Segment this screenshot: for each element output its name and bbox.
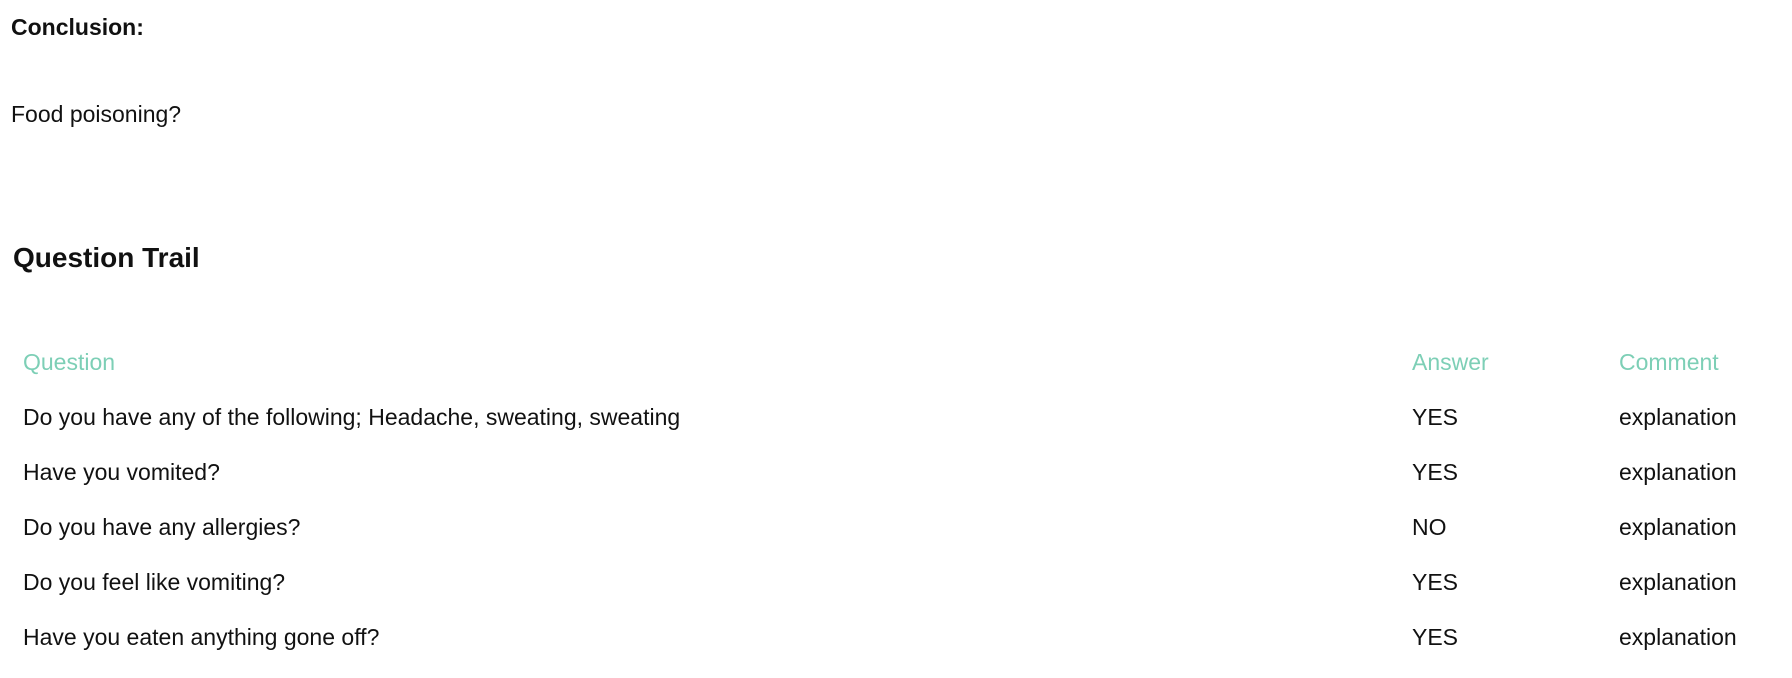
question-cell: Have you eaten anything gone off?: [23, 624, 380, 650]
question-cell: Have you vomited?: [23, 459, 220, 485]
table-row: Do you have any of the following; Headac…: [0, 390, 1792, 445]
question-cell: Do you have any allergies?: [23, 514, 301, 540]
question-trail-heading: Question Trail: [13, 242, 200, 273]
column-header-answer: Answer: [1412, 349, 1489, 375]
answer-cell: YES: [1412, 569, 1459, 595]
answer-cell: YES: [1412, 404, 1459, 430]
column-header-comment: Comment: [1619, 349, 1719, 375]
table-row: Have you eaten anything gone off? YES ex…: [0, 610, 1792, 665]
answer-cell: YES: [1412, 459, 1459, 485]
table-row: Do you have any allergies? NO explanatio…: [0, 500, 1792, 555]
table-row: Do you feel like vomiting? YES explanati…: [0, 555, 1792, 610]
question-cell: Do you feel like vomiting?: [23, 569, 286, 595]
comment-cell: explanation: [1619, 459, 1737, 485]
answer-cell: YES: [1412, 624, 1459, 650]
conclusion-text: Food poisoning?: [11, 101, 182, 127]
question-cell: Do you have any of the following; Headac…: [23, 404, 681, 430]
answer-cell: NO: [1412, 514, 1447, 540]
comment-cell: explanation: [1619, 569, 1737, 595]
comment-cell: explanation: [1619, 514, 1737, 540]
comment-cell: explanation: [1619, 404, 1737, 430]
table-row: Have you vomited? YES explanation: [0, 445, 1792, 500]
comment-cell: explanation: [1619, 624, 1737, 650]
column-header-question: Question: [23, 349, 116, 375]
conclusion-label: Conclusion:: [11, 14, 144, 40]
table-header-row: Question Answer Comment: [0, 335, 1792, 390]
question-trail-table: Question Answer Comment Do you have any …: [0, 335, 1792, 665]
